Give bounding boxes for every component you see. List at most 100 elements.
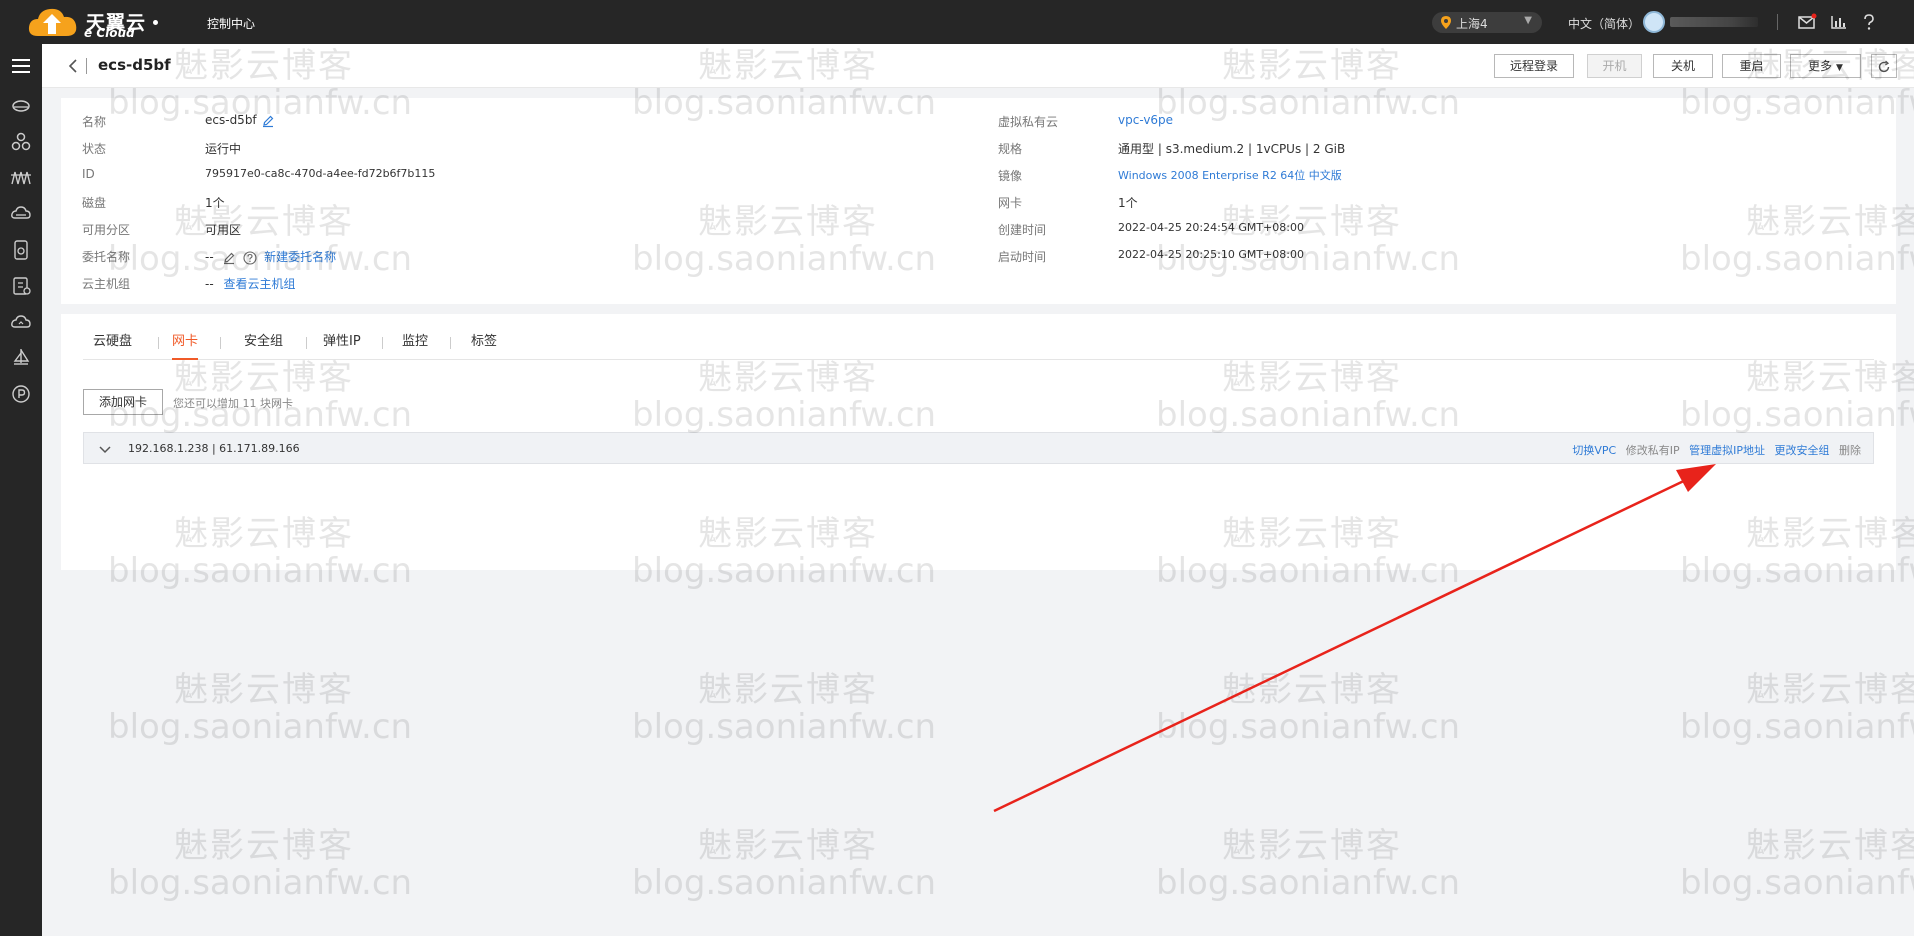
refresh-icon xyxy=(1878,60,1890,72)
shutdown-button[interactable]: 关机 xyxy=(1653,54,1713,78)
flavor-spec: | s3.medium.2 | 1vCPUs | 2 GiB xyxy=(1154,142,1346,156)
tab-divider xyxy=(382,337,383,349)
cloud-sync-icon[interactable] xyxy=(9,310,33,334)
server-group-value: -- xyxy=(205,277,214,291)
more-dropdown-button[interactable]: 更多 ▼ xyxy=(1790,54,1861,78)
watermark: 魅影云博客blog.saonianfw.cn xyxy=(108,670,413,747)
watermark: 魅影云博客blog.saonianfw.cn xyxy=(632,670,937,747)
info-value-started: 2022-04-25 20:25:10 GMT+08:00 xyxy=(1118,248,1304,261)
region-selector[interactable]: 上海4 ▼ xyxy=(1432,12,1542,33)
info-label-nic: 网卡 xyxy=(998,196,1023,210)
mail-icon[interactable] xyxy=(1797,12,1817,32)
info-label-flavor: 规格 xyxy=(998,142,1023,156)
refresh-button[interactable] xyxy=(1871,54,1897,78)
info-label-zone: 可用分区 xyxy=(82,223,131,237)
tab-security-group[interactable]: 安全组 xyxy=(244,332,283,360)
parking-service-icon[interactable] xyxy=(9,382,33,406)
tab-divider xyxy=(220,337,221,349)
nic-list-item: 192.168.1.238 | 61.171.89.166 切换VPC 修改私有… xyxy=(83,432,1874,464)
storage-icon[interactable] xyxy=(9,238,33,262)
info-value-disk: 1个 xyxy=(205,196,225,210)
info-label-id: ID xyxy=(82,167,95,181)
delete-nic-link[interactable]: 删除 xyxy=(1839,444,1861,457)
help-circle-icon[interactable] xyxy=(243,250,257,265)
info-label-status: 状态 xyxy=(82,142,107,156)
more-label: 更多 xyxy=(1808,59,1833,73)
menu-hamburger-icon[interactable] xyxy=(9,54,33,78)
power-on-button[interactable]: 开机 xyxy=(1587,54,1642,78)
instance-info-panel: 名称 ecs-d5bf 状态 运行中 ID 795917e0-ca8c-470d… xyxy=(61,98,1896,304)
cloud-logo-icon xyxy=(28,8,77,36)
info-label-created: 创建时间 xyxy=(998,223,1047,237)
tab-tags[interactable]: 标签 xyxy=(471,332,497,360)
cloud-disk-icon[interactable] xyxy=(9,202,33,226)
tab-bar: 云硬盘 网卡 安全组 弹性IP 监控 标签 xyxy=(83,332,1874,360)
flavor-type: 通用型 xyxy=(1118,142,1155,156)
info-value-created: 2022-04-25 20:24:54 GMT+08:00 xyxy=(1118,221,1304,234)
create-agency-link[interactable]: 新建委托名称 xyxy=(264,250,336,264)
tab-monitor[interactable]: 监控 xyxy=(402,332,428,360)
page-header: ecs-d5bf 远程登录 开机 关机 重启 更多 ▼ xyxy=(42,44,1914,88)
watermark: 魅影云博客blog.saonianfw.cn xyxy=(632,826,937,903)
logo-dot xyxy=(153,20,158,25)
info-value-agency: -- 新建委托名称 xyxy=(205,248,336,265)
network-nodes-icon[interactable] xyxy=(9,130,33,154)
backup-icon[interactable] xyxy=(9,274,33,298)
watermark: 魅影云博客blog.saonianfw.cn xyxy=(1680,670,1914,747)
ecloud-logo[interactable]: 天翼云 e Cloud xyxy=(26,6,152,40)
chevron-down-icon[interactable] xyxy=(98,442,112,456)
page-title: ecs-d5bf xyxy=(98,56,171,74)
left-sidebar xyxy=(0,44,42,936)
info-label-image: 镜像 xyxy=(998,169,1023,183)
manage-virtual-ip-link[interactable]: 管理虚拟IP地址 xyxy=(1689,444,1765,457)
detail-tabs-panel: 云硬盘 网卡 安全组 弹性IP 监控 标签 添加网卡 您还可以增加 11 块网卡… xyxy=(61,314,1896,570)
cloud-server-icon[interactable] xyxy=(9,94,33,118)
language-selector[interactable]: 中文（简体） xyxy=(1568,15,1640,32)
info-label-server-group: 云主机组 xyxy=(82,277,131,291)
tab-cloud-disk[interactable]: 云硬盘 xyxy=(93,332,132,360)
info-label-disk: 磁盘 xyxy=(82,196,107,210)
info-label-started: 启动时间 xyxy=(998,250,1047,264)
divider xyxy=(86,58,87,74)
info-value-status: 运行中 xyxy=(205,142,242,156)
agency-value: -- xyxy=(205,250,214,264)
restart-button[interactable]: 重启 xyxy=(1722,54,1781,78)
tab-divider xyxy=(450,337,451,349)
tab-nic[interactable]: 网卡 xyxy=(172,332,199,360)
bridge-icon[interactable] xyxy=(9,166,33,190)
info-label-vpc: 虚拟私有云 xyxy=(998,115,1059,129)
help-icon[interactable] xyxy=(1859,12,1879,32)
remote-login-button[interactable]: 远程登录 xyxy=(1494,54,1574,78)
add-nic-button[interactable]: 添加网卡 xyxy=(83,389,163,415)
view-server-group-link[interactable]: 查看云主机组 xyxy=(224,277,296,291)
change-security-group-link[interactable]: 更改安全组 xyxy=(1775,444,1830,457)
edit-pencil-icon[interactable] xyxy=(222,251,236,265)
info-value-id: 795917e0-ca8c-470d-a4ee-fd72b6f7b115 xyxy=(205,167,436,180)
chart-icon[interactable] xyxy=(1829,12,1849,32)
username-redacted[interactable] xyxy=(1670,17,1758,27)
edit-pencil-icon[interactable] xyxy=(261,114,275,128)
console-center-link[interactable]: 控制中心 xyxy=(207,15,255,32)
info-value-flavor: 通用型 | s3.medium.2 | 1vCPUs | 2 GiB xyxy=(1118,140,1345,157)
switch-vpc-link[interactable]: 切换VPC xyxy=(1572,444,1616,457)
info-value-zone: 可用区 xyxy=(205,223,242,237)
chevron-down-icon: ▼ xyxy=(1524,15,1532,26)
user-avatar[interactable] xyxy=(1643,11,1665,33)
tab-divider xyxy=(306,337,307,349)
watermark: 魅影云博客blog.saonianfw.cn xyxy=(1156,670,1461,747)
tab-elastic-ip[interactable]: 弹性IP xyxy=(323,332,361,360)
region-name: 上海4 xyxy=(1456,17,1488,31)
watermark: 魅影云博客blog.saonianfw.cn xyxy=(1680,826,1914,903)
sailboat-icon[interactable] xyxy=(9,346,33,370)
modify-private-ip-link[interactable]: 修改私有IP xyxy=(1626,444,1680,457)
vpc-link[interactable]: vpc-v6pe xyxy=(1118,113,1173,127)
back-arrow-icon[interactable] xyxy=(66,57,82,75)
image-link[interactable]: Windows 2008 Enterprise R2 64位 中文版 xyxy=(1118,167,1342,183)
divider xyxy=(1777,14,1778,30)
info-value-nic: 1个 xyxy=(1118,196,1138,210)
watermark: 魅影云博客blog.saonianfw.cn xyxy=(1156,826,1461,903)
top-navigation-bar: 天翼云 e Cloud 控制中心 上海4 ▼ 中文（简体） xyxy=(0,0,1914,44)
info-label-name: 名称 xyxy=(82,115,107,129)
watermark: 魅影云博客blog.saonianfw.cn xyxy=(108,826,413,903)
location-pin-icon xyxy=(1441,16,1451,29)
